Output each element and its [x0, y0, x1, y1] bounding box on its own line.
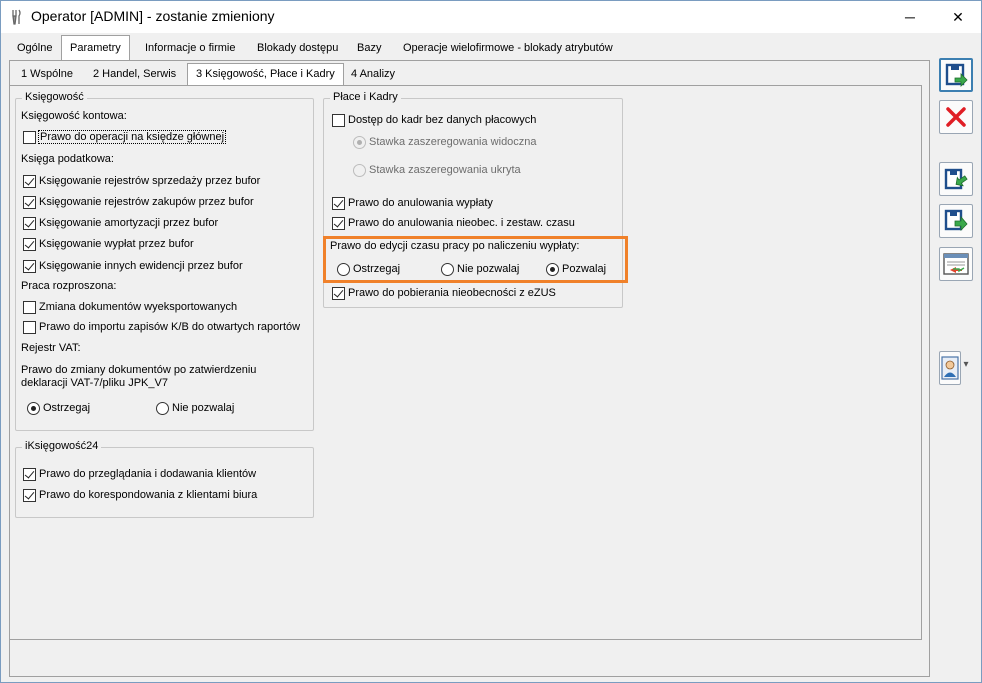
- bufor-wyplat-checkbox[interactable]: [23, 238, 36, 251]
- bufor-sprzedazy-label[interactable]: Księgowanie rejestrów sprzedaży przez bu…: [39, 175, 260, 187]
- save-copy-icon: [944, 209, 968, 231]
- zmiana-dokumentow-label[interactable]: Zmiana dokumentów wyeksportowanych: [39, 301, 237, 313]
- vat-nie-pozwalaj-label[interactable]: Nie pozwalaj: [172, 402, 234, 414]
- pobieranie-ezus-label[interactable]: Prawo do pobierania nieobecności z eZUS: [348, 287, 556, 299]
- bufor-zakupow-label[interactable]: Księgowanie rejestrów zakupów przez bufo…: [39, 196, 254, 208]
- stawka-widoczna-label[interactable]: Stawka zaszeregowania widoczna: [369, 136, 537, 148]
- tab-blokady-dostepu[interactable]: Blokady dostępu: [249, 37, 346, 61]
- stawka-widoczna-radio[interactable]: [353, 136, 366, 149]
- import-zapisow-label[interactable]: Prawo do importu zapisów K/B do otwartyc…: [39, 321, 300, 333]
- group-legend: iKsięgowość24: [22, 440, 102, 452]
- anulowanie-nieobec-checkbox[interactable]: [332, 217, 345, 230]
- vat-desc-line1: Prawo do zmiany dokumentów po zatwierdze…: [21, 364, 257, 376]
- bufor-sprzedazy-checkbox[interactable]: [23, 175, 36, 188]
- tab-ogolne[interactable]: Ogólne: [9, 37, 60, 61]
- subtab-wspolne[interactable]: 1 Wspólne: [13, 64, 81, 86]
- tab-label: Informacje o firmie: [145, 42, 236, 54]
- vat-nie-pozwalaj-radio[interactable]: [156, 402, 169, 415]
- tab-bazy[interactable]: Bazy: [349, 37, 389, 61]
- ksiega-podatkowa-label: Księga podatkowa:: [21, 153, 114, 165]
- iksiegowosc-group: iKsięgowość24: [15, 440, 314, 518]
- ksiegowosc-kontowa-label: Księgowość kontowa:: [21, 110, 127, 122]
- save-button[interactable]: [939, 58, 973, 92]
- przegladanie-klientow-checkbox[interactable]: [23, 468, 36, 481]
- chevron-down-icon: ▾: [963, 359, 969, 370]
- tab-label: Operacje wielofirmowe - blokady atrybutó…: [403, 42, 613, 54]
- cancel-button[interactable]: [939, 100, 973, 134]
- user-menu-button[interactable]: [939, 351, 961, 385]
- tab-label: Bazy: [357, 42, 382, 54]
- close-icon: ✕: [952, 8, 964, 25]
- vat-desc-line2: deklaracji VAT-7/pliku JPK_V7: [21, 377, 168, 389]
- stawka-ukryta-label[interactable]: Stawka zaszeregowania ukryta: [369, 164, 521, 176]
- operator-window: Operator [ADMIN] - zostanie zmieniony ─ …: [0, 0, 982, 683]
- tab-label: Ogólne: [17, 42, 53, 54]
- operacje-ksiega-label[interactable]: Prawo do operacji na księdze głównej: [38, 130, 227, 144]
- pobieranie-ezus-checkbox[interactable]: [332, 287, 345, 300]
- group-legend: Księgowość: [22, 91, 87, 103]
- vat-ostrzegaj-radio[interactable]: [27, 402, 40, 415]
- minimize-button[interactable]: ─: [887, 1, 933, 33]
- main-tabs: Ogólne Parametry Informacje o firmie Blo…: [9, 35, 929, 61]
- tab-operacje-wielofirmowe[interactable]: Operacje wielofirmowe - blokady atrybutó…: [395, 37, 621, 61]
- bufor-innych-ewidencji-checkbox[interactable]: [23, 260, 36, 273]
- bufor-wyplat-label[interactable]: Księgowanie wypłat przez bufor: [39, 238, 194, 250]
- user-menu-dropdown[interactable]: ▾: [959, 359, 973, 377]
- save-icon: [945, 63, 968, 87]
- tab-label: 4 Analizy: [351, 68, 396, 80]
- app-icon: [12, 9, 21, 25]
- anulowanie-wyplaty-checkbox[interactable]: [332, 197, 345, 210]
- save-copy-button[interactable]: [939, 204, 973, 238]
- tab-label: Blokady dostępu: [257, 42, 339, 54]
- export-icon: [943, 253, 969, 275]
- title-bar: Operator [ADMIN] - zostanie zmieniony ─ …: [1, 1, 981, 33]
- korespondowanie-label[interactable]: Prawo do korespondowania z klientami biu…: [39, 489, 257, 501]
- highlight-box: [323, 236, 628, 283]
- export-button[interactable]: [939, 247, 973, 281]
- import-zapisow-checkbox[interactable]: [23, 321, 36, 334]
- dostep-kadr-checkbox[interactable]: [332, 114, 345, 127]
- tab-informacje-o-firmie[interactable]: Informacje o firmie: [137, 37, 243, 61]
- vat-ostrzegaj-label[interactable]: Ostrzegaj: [43, 402, 90, 414]
- close-button[interactable]: ✕: [935, 1, 981, 33]
- subtab-analizy[interactable]: 4 Analizy: [343, 64, 403, 86]
- tab-label: 1 Wspólne: [21, 68, 73, 80]
- przegladanie-klientow-label[interactable]: Prawo do przeglądania i dodawania klient…: [39, 468, 256, 480]
- stawka-ukryta-radio[interactable]: [353, 164, 366, 177]
- korespondowanie-checkbox[interactable]: [23, 489, 36, 502]
- bufor-amortyzacji-checkbox[interactable]: [23, 217, 36, 230]
- bufor-amortyzacji-label[interactable]: Księgowanie amortyzacji przez bufor: [39, 217, 218, 229]
- bufor-zakupow-checkbox[interactable]: [23, 196, 36, 209]
- subtab-ksiegowosc-place-kadry[interactable]: 3 Księgowość, Płace i Kadry: [187, 63, 344, 87]
- save-next-icon: [944, 168, 968, 190]
- tab-label: Parametry: [70, 42, 121, 54]
- sub-tabs: 1 Wspólne 2 Handel, Serwis 3 Księgowość,…: [9, 63, 909, 87]
- tab-label: 2 Handel, Serwis: [93, 68, 177, 80]
- tab-parametry[interactable]: Parametry: [61, 35, 130, 60]
- user-menu-icon: [941, 356, 959, 380]
- anulowanie-nieobec-label[interactable]: Prawo do anulowania nieobec. i zestaw. c…: [348, 217, 575, 229]
- minimize-icon: ─: [905, 9, 915, 25]
- cancel-icon: [946, 107, 966, 127]
- subtab-handel-serwis[interactable]: 2 Handel, Serwis: [85, 64, 184, 86]
- rejestr-vat-label: Rejestr VAT:: [21, 342, 81, 354]
- anulowanie-wyplaty-label[interactable]: Prawo do anulowania wypłaty: [348, 197, 493, 209]
- dostep-kadr-label[interactable]: Dostęp do kadr bez danych płacowych: [348, 114, 536, 126]
- save-next-button[interactable]: [939, 162, 973, 196]
- group-legend: Płace i Kadry: [330, 91, 401, 103]
- praca-rozproszona-label: Praca rozproszona:: [21, 280, 117, 292]
- zmiana-dokumentow-checkbox[interactable]: [23, 301, 36, 314]
- tab-label: 3 Księgowość, Płace i Kadry: [196, 68, 335, 80]
- bufor-innych-ewidencji-label[interactable]: Księgowanie innych ewidencji przez bufor: [39, 260, 243, 272]
- window-title: Operator [ADMIN] - zostanie zmieniony: [31, 8, 275, 24]
- operacje-ksiega-checkbox[interactable]: [23, 131, 36, 144]
